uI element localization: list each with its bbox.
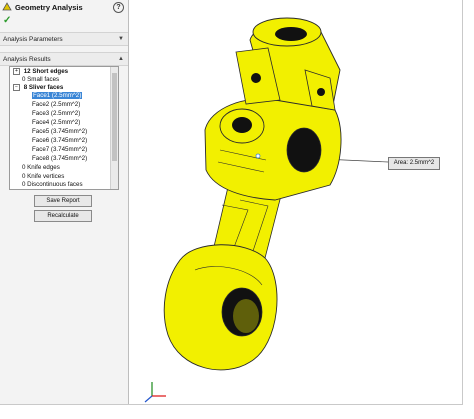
tree-item-face1[interactable]: Face1 (2.5mm^2) (32, 92, 83, 100)
tree-item-knife-vertices[interactable]: 0 Knife vertices (22, 173, 64, 181)
tree-item-face5[interactable]: Face5 (3.745mm^2) (32, 128, 87, 136)
ok-button[interactable]: ✓ (0, 14, 128, 28)
geometry-analysis-icon (2, 2, 12, 11)
geometry-analysis-panel: Geometry Analysis ? ✓ Analysis Parameter… (0, 0, 129, 404)
tree-item-face3[interactable]: Face3 (2.5mm^2) (32, 110, 80, 118)
recalculate-button[interactable]: Recalculate (34, 210, 92, 222)
tree-item-face6[interactable]: Face6 (3.745mm^2) (32, 137, 87, 145)
view-triad-icon (144, 382, 166, 403)
panel-header: Geometry Analysis (0, 0, 128, 14)
ear-hole (317, 88, 325, 96)
tree-label: 0 Discontinuous faces (22, 181, 83, 188)
selected-face-marker[interactable] (255, 153, 261, 159)
analysis-parameters-label: Analysis Parameters (3, 35, 63, 43)
area-callout: Area: 2.5mm^2 (388, 157, 440, 170)
graphics-viewport[interactable] (129, 0, 462, 404)
results-tree[interactable]: + 12 Short edges 0 Small faces − 8 Slive… (9, 66, 119, 190)
chevron-down-icon: ▼ (118, 36, 124, 42)
tree-label: 0 Small faces (22, 76, 60, 83)
tree-label: Face5 (3.745mm^2) (32, 128, 88, 135)
tree-label: Face4 (2.5mm^2) (32, 119, 81, 126)
tree-label: 0 Knife edges (22, 164, 60, 171)
help-icon[interactable]: ? (113, 2, 124, 13)
analysis-results-label: Analysis Results (3, 55, 51, 63)
upper-tube-bore (275, 27, 307, 41)
tree-label: Face2 (2.5mm^2) (32, 101, 81, 108)
tree-label-selected: Face1 (2.5mm^2) (32, 92, 83, 99)
tree-item-small-faces[interactable]: 0 Small faces (22, 76, 59, 84)
panel-title: Geometry Analysis (15, 2, 83, 12)
tree-scrollbar[interactable] (110, 67, 118, 189)
tree-item-face2[interactable]: Face2 (2.5mm^2) (32, 101, 80, 109)
ear-hole (251, 73, 261, 83)
app-frame: Geometry Analysis ? ✓ Analysis Parameter… (0, 0, 463, 405)
tree-group-short-edges[interactable]: + 12 Short edges (13, 68, 68, 76)
lower-eye-hole-inner (233, 299, 259, 333)
scrollbar-thumb[interactable] (112, 73, 117, 161)
tree-label: 0 Knife vertices (22, 173, 65, 180)
tree-label: Face7 (3.745mm^2) (32, 146, 88, 153)
tree-group-sliver-faces[interactable]: − 8 Sliver faces (13, 84, 63, 92)
tree-label: Face8 (3.745mm^2) (32, 155, 88, 162)
tree-label: Face3 (2.5mm^2) (32, 110, 81, 117)
expand-icon[interactable]: + (13, 68, 20, 75)
tree-label: Face6 (3.745mm^2) (32, 137, 88, 144)
tree-item-face7[interactable]: Face7 (3.745mm^2) (32, 146, 87, 154)
tree-label: 8 Sliver faces (23, 84, 64, 92)
save-report-button[interactable]: Save Report (34, 195, 92, 207)
analysis-results-section[interactable]: Analysis Results ▲ (0, 52, 128, 66)
tree-item-knife-edges[interactable]: 0 Knife edges (22, 164, 60, 172)
collapse-icon[interactable]: − (13, 84, 20, 91)
tree-label: 12 Short edges (23, 68, 69, 76)
tree-item-face8[interactable]: Face8 (3.745mm^2) (32, 155, 87, 163)
hub-boss-hole (232, 117, 252, 133)
analysis-parameters-section[interactable]: Analysis Parameters ▼ (0, 32, 128, 46)
hub-side-hole (286, 127, 322, 173)
chevron-up-icon: ▲ (118, 56, 124, 62)
tree-item-face4[interactable]: Face4 (2.5mm^2) (32, 119, 80, 127)
tree-item-discontinuous-faces[interactable]: 0 Discontinuous faces (22, 181, 83, 189)
